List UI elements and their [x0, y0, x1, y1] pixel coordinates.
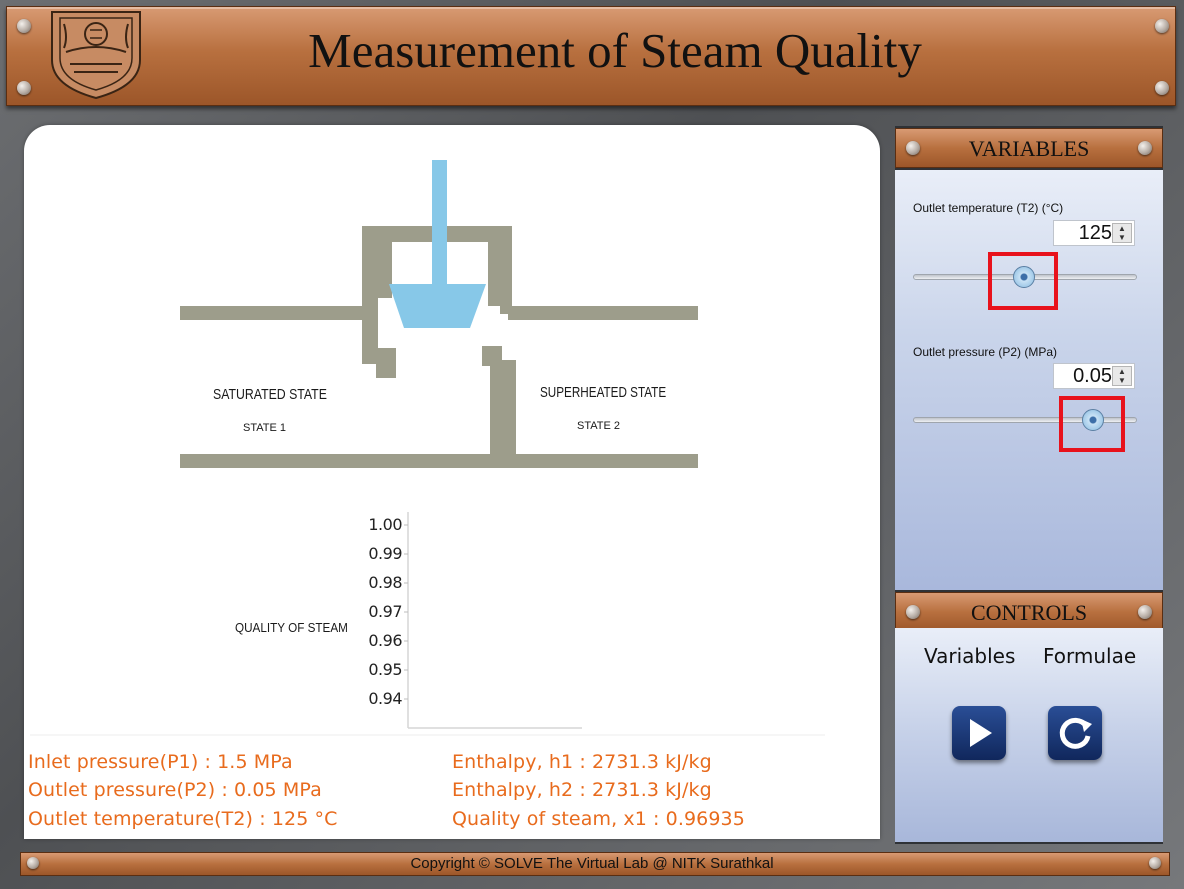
reset-icon [1059, 717, 1092, 749]
enthalpy-h1-readout: Enthalpy, h1 : 2731.3 kJ/kg [452, 751, 712, 773]
controls-title: CONTROLS [970, 600, 1088, 625]
reset-button[interactable] [1048, 706, 1102, 760]
rivet-icon [906, 141, 920, 155]
variables-title: VARIABLES [968, 136, 1090, 161]
valve-plug [389, 284, 486, 328]
t2-slider-highlight [987, 252, 1058, 310]
y-tick-label: 1.00 [368, 515, 402, 534]
y-tick-label: 0.96 [368, 631, 402, 650]
controls-header: CONTROLS [895, 592, 1163, 632]
play-button[interactable] [952, 706, 1006, 760]
y-tick-label: 0.98 [368, 573, 402, 592]
enthalpy-h2-readout: Enthalpy, h2 : 2731.3 kJ/kg [452, 779, 712, 801]
state2-label: STATE 2 [577, 420, 620, 432]
p2-slider-highlight [1059, 396, 1126, 452]
t2-spinner-arrows-icon[interactable]: ▲ ▼ [1112, 223, 1132, 243]
y-tick-label: 0.95 [368, 660, 402, 679]
y-tick-label: 0.99 [368, 544, 402, 563]
inlet-pipe-top [180, 306, 364, 320]
p2-spinner[interactable]: 0.05 ▲ ▼ [1053, 363, 1135, 389]
superheated-state-label: SUPERHEATED STATE [540, 384, 667, 401]
variables-tab[interactable]: Variables [924, 644, 1015, 668]
rivet-icon [1138, 605, 1152, 619]
t2-value[interactable]: 125 [1058, 221, 1112, 245]
variables-header: VARIABLES [895, 128, 1163, 168]
play-icon [970, 719, 992, 747]
copyright-text: Copyright © SOLVE The Virtual Lab @ NITK… [410, 855, 774, 872]
rivet-icon [906, 605, 920, 619]
t2-spinner[interactable]: 125 ▲ ▼ [1053, 220, 1135, 246]
saturated-state-label: SATURATED STATE [213, 386, 327, 403]
t2-label: Outlet temperature (T2) (°C) [913, 201, 1064, 215]
p2-label: Outlet pressure (P2) (MPa) [913, 345, 1058, 359]
rivet-icon [1155, 81, 1169, 95]
y-tick-label: 0.94 [368, 689, 402, 708]
throttling-calorimeter-diagram [30, 160, 825, 736]
y-tick-label: 0.97 [368, 602, 402, 621]
inlet-pressure-readout: Inlet pressure(P1) : 1.5 MPa [28, 751, 293, 773]
rivet-icon [1138, 141, 1152, 155]
variables-panel: Outlet temperature (T2) (°C) 125 ▲ ▼ Outl… [895, 170, 1163, 590]
p2-spinner-arrows-icon[interactable]: ▲ ▼ [1112, 366, 1132, 386]
formulae-tab[interactable]: Formulae [1043, 644, 1136, 668]
bottom-pipe [180, 454, 698, 468]
outlet-temperature-readout: Outlet temperature(T2) : 125 °C [28, 808, 338, 830]
steam-quality-readout: Quality of steam, x1 : 0.96935 [452, 808, 745, 830]
state1-label: STATE 1 [243, 422, 286, 434]
side-panel: VARIABLES Outlet temperature (T2) (°C) 1… [895, 126, 1163, 844]
valve-stem [432, 160, 447, 286]
quality-of-steam-label: QUALITY OF STEAM [235, 620, 348, 635]
p2-value[interactable]: 0.05 [1058, 364, 1112, 388]
outlet-pipe-top [508, 306, 698, 320]
outlet-pressure-readout: Outlet pressure(P2) : 0.05 MPa [28, 779, 322, 801]
